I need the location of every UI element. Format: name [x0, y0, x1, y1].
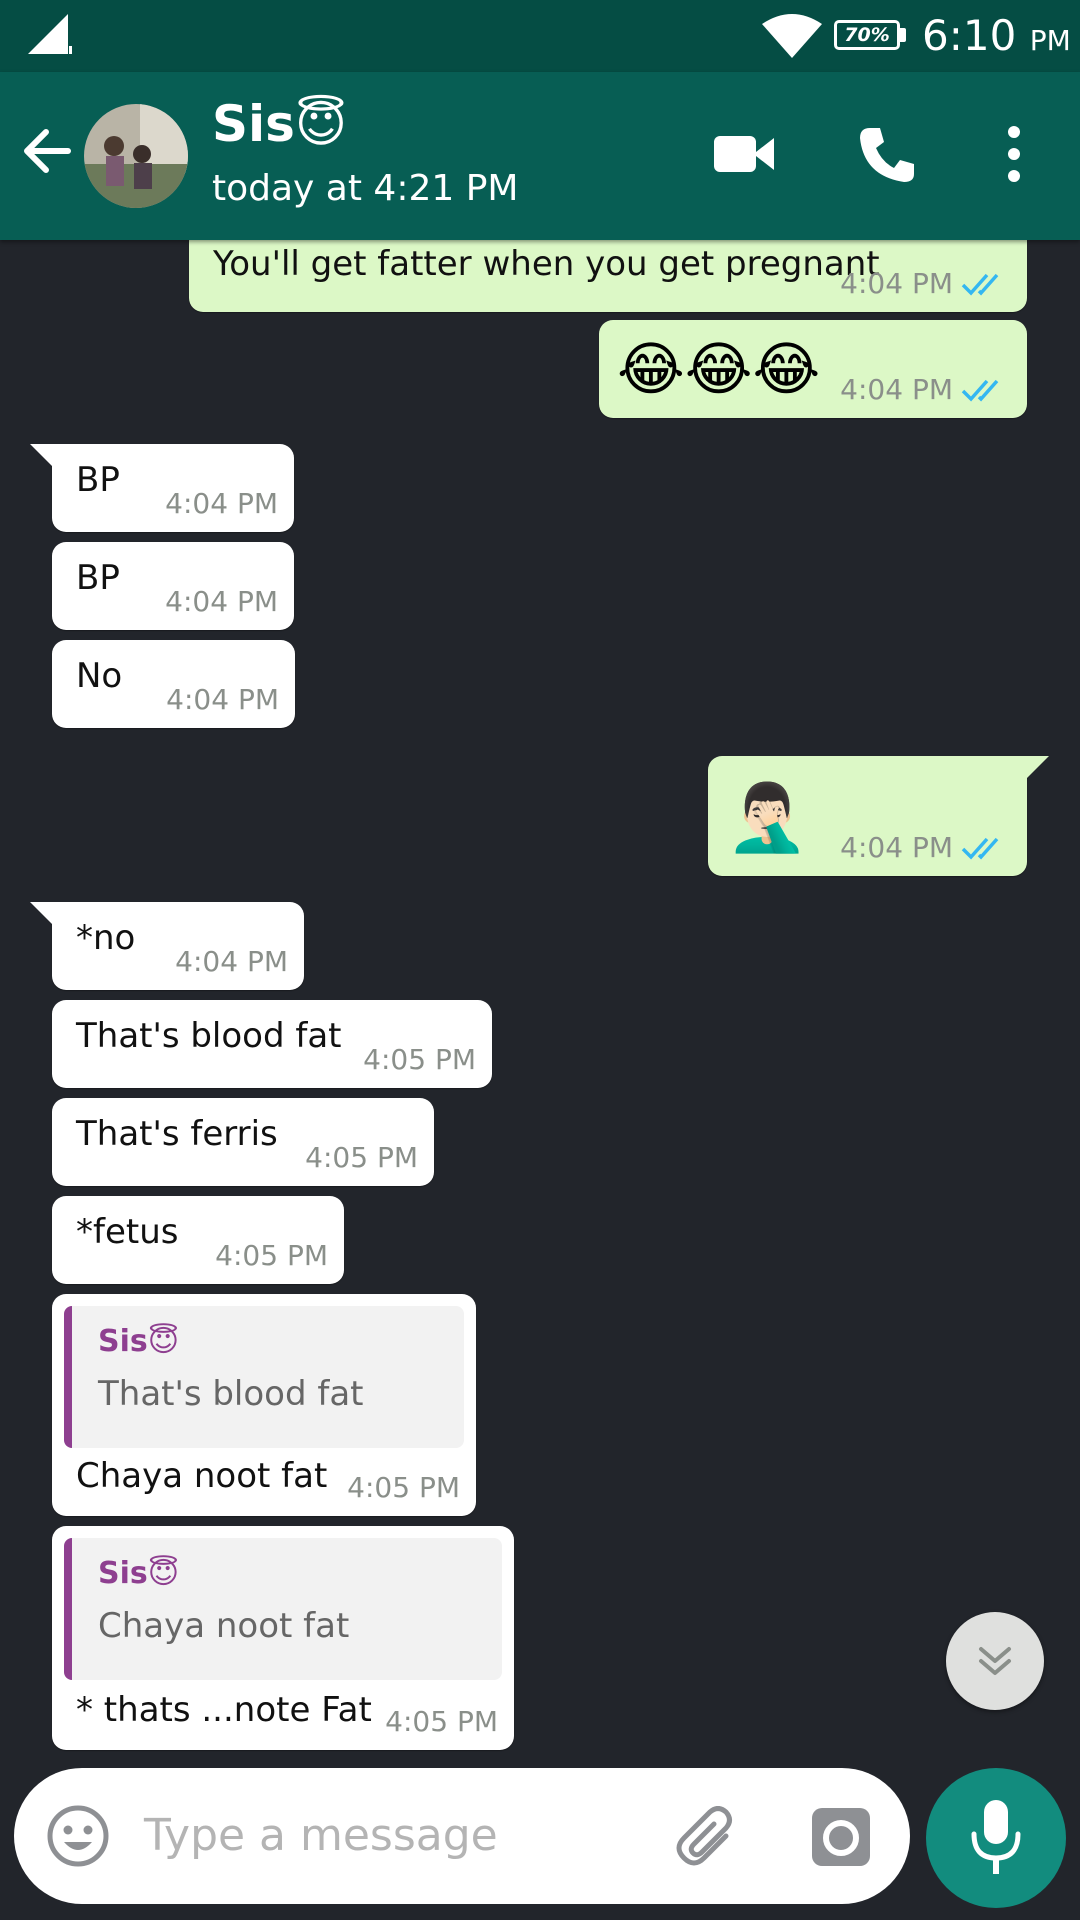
- message-incoming[interactable]: *no 4:04 PM: [30, 902, 304, 990]
- message-time: 4:04 PM: [840, 373, 953, 406]
- message-incoming-reply[interactable]: Sis😇 Chaya noot fat * thats ...note Fat …: [52, 1526, 514, 1750]
- message-text: That's blood fat: [76, 1016, 342, 1056]
- message-time: 4:05 PM: [385, 1705, 498, 1738]
- quoted-message[interactable]: Sis😇 Chaya noot fat: [64, 1538, 502, 1680]
- camera-icon[interactable]: [810, 1806, 872, 1868]
- message-outgoing[interactable]: 🤦🏻‍♂️ 4:04 PM: [708, 756, 1049, 876]
- message-incoming[interactable]: BP 4:04 PM: [30, 444, 294, 532]
- message-meta: 4:05 PM: [363, 1042, 476, 1078]
- double-check-icon: [961, 379, 999, 402]
- message-meta: 4:05 PM: [215, 1238, 328, 1274]
- message-meta: 4:05 PM: [385, 1704, 498, 1740]
- bubble-tail: [30, 444, 56, 470]
- message-time: 4:05 PM: [305, 1141, 418, 1174]
- wifi-icon: [762, 14, 822, 58]
- battery-icon: 70%: [834, 20, 900, 50]
- message-incoming[interactable]: That's ferris 4:05 PM: [52, 1098, 434, 1186]
- quoted-message[interactable]: Sis😇 That's blood fat: [64, 1306, 464, 1448]
- battery-nub: [900, 28, 906, 42]
- message-text: * thats ...note Fat: [76, 1690, 372, 1730]
- message-incoming[interactable]: That's blood fat 4:05 PM: [52, 1000, 492, 1088]
- phone-call-icon[interactable]: [858, 122, 918, 186]
- message-time: 4:04 PM: [175, 945, 288, 978]
- message-text: You'll get fatter when you get pregnant: [213, 244, 880, 284]
- message-text: That's ferris: [76, 1114, 278, 1154]
- quote-text: Chaya noot fat: [98, 1606, 350, 1646]
- chat-screen: 70% 6:10 PM Sis😇 today at 4:21 PM You'll…: [0, 0, 1080, 1920]
- message-text: *no: [76, 918, 136, 958]
- message-meta: 4:04 PM: [175, 944, 288, 980]
- message-time: 4:05 PM: [215, 1239, 328, 1272]
- message-incoming[interactable]: *fetus 4:05 PM: [52, 1196, 344, 1284]
- message-text: BP: [76, 558, 120, 598]
- quote-author: Sis😇: [98, 1556, 180, 1591]
- message-time: 4:05 PM: [347, 1471, 460, 1504]
- attach-icon[interactable]: [676, 1806, 740, 1870]
- message-time: 4:04 PM: [165, 585, 278, 618]
- message-meta: 4:05 PM: [347, 1470, 460, 1506]
- message-text: Chaya noot fat: [76, 1456, 328, 1496]
- message-meta: 4:04 PM: [165, 584, 278, 620]
- back-arrow-icon[interactable]: [18, 122, 76, 180]
- message-incoming-reply[interactable]: Sis😇 That's blood fat Chaya noot fat 4:0…: [52, 1294, 476, 1516]
- message-time: 4:05 PM: [363, 1043, 476, 1076]
- quote-text: That's blood fat: [98, 1374, 364, 1414]
- message-input[interactable]: Type a message: [144, 1808, 498, 1864]
- chat-header: Sis😇 today at 4:21 PM: [0, 72, 1080, 240]
- last-seen[interactable]: today at 4:21 PM: [212, 166, 518, 212]
- more-options-icon[interactable]: [996, 122, 1032, 186]
- quote-author: Sis😇: [98, 1324, 180, 1359]
- clock-ampm: PM: [1029, 24, 1071, 57]
- message-time: 4:04 PM: [166, 683, 279, 716]
- scroll-down-button[interactable]: [946, 1612, 1044, 1710]
- message-time: 4:04 PM: [165, 487, 278, 520]
- message-text: No: [76, 656, 123, 696]
- message-outgoing[interactable]: 😂😂😂 4:04 PM: [599, 320, 1027, 418]
- message-composer: Type a message: [14, 1768, 910, 1904]
- message-meta: 4:05 PM: [305, 1140, 418, 1176]
- double-check-icon: [961, 837, 999, 860]
- message-incoming[interactable]: No 4:04 PM: [52, 640, 295, 728]
- message-meta: 4:04 PM: [840, 830, 1007, 866]
- status-bar: 70% 6:10 PM: [0, 0, 1080, 72]
- emoji-icon[interactable]: [46, 1804, 110, 1868]
- mic-icon: [971, 1800, 1021, 1874]
- status-clock: 6:10 PM: [922, 12, 1071, 65]
- message-text: BP: [76, 460, 120, 500]
- avatar[interactable]: [84, 104, 188, 208]
- clock-time: 6:10: [922, 11, 1017, 60]
- bubble-tail: [1023, 756, 1049, 782]
- voice-message-button[interactable]: [926, 1768, 1066, 1908]
- contact-name[interactable]: Sis😇: [212, 94, 347, 154]
- message-meta: 4:04 PM: [165, 486, 278, 522]
- message-text: *fetus: [76, 1212, 179, 1252]
- message-incoming[interactable]: BP 4:04 PM: [52, 542, 294, 630]
- message-meta: 4:04 PM: [840, 266, 1007, 302]
- bubble-tail: [30, 902, 56, 928]
- message-meta: 4:04 PM: [166, 682, 279, 718]
- message-time: 4:04 PM: [840, 831, 953, 864]
- message-meta: 4:04 PM: [840, 372, 1007, 408]
- message-time: 4:04 PM: [840, 267, 953, 300]
- signal-icon: [28, 14, 72, 54]
- scroll-down-icon: [979, 1647, 1011, 1675]
- video-call-icon[interactable]: [712, 122, 776, 186]
- message-emoji: 😂😂😂: [617, 335, 821, 403]
- double-check-icon: [961, 273, 999, 296]
- message-emoji: 🤦🏻‍♂️: [726, 779, 809, 856]
